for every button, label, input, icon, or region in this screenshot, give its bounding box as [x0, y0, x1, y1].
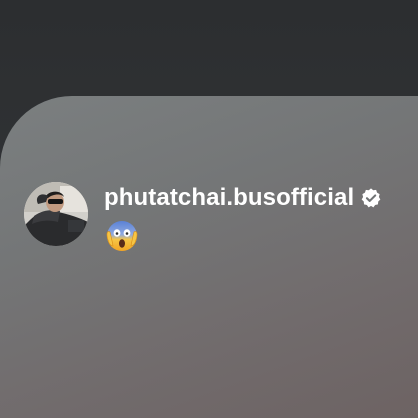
face-screaming-in-fear-icon — [106, 221, 138, 251]
verified-badge-icon — [361, 188, 381, 208]
username-row[interactable]: phutatchai.busofficial — [104, 182, 382, 214]
username[interactable]: phutatchai.busofficial — [104, 184, 354, 212]
avatar-photo — [24, 182, 88, 246]
avatar[interactable] — [24, 182, 88, 246]
story-card — [0, 96, 418, 418]
screen: phutatchai.busofficial — [0, 0, 418, 418]
